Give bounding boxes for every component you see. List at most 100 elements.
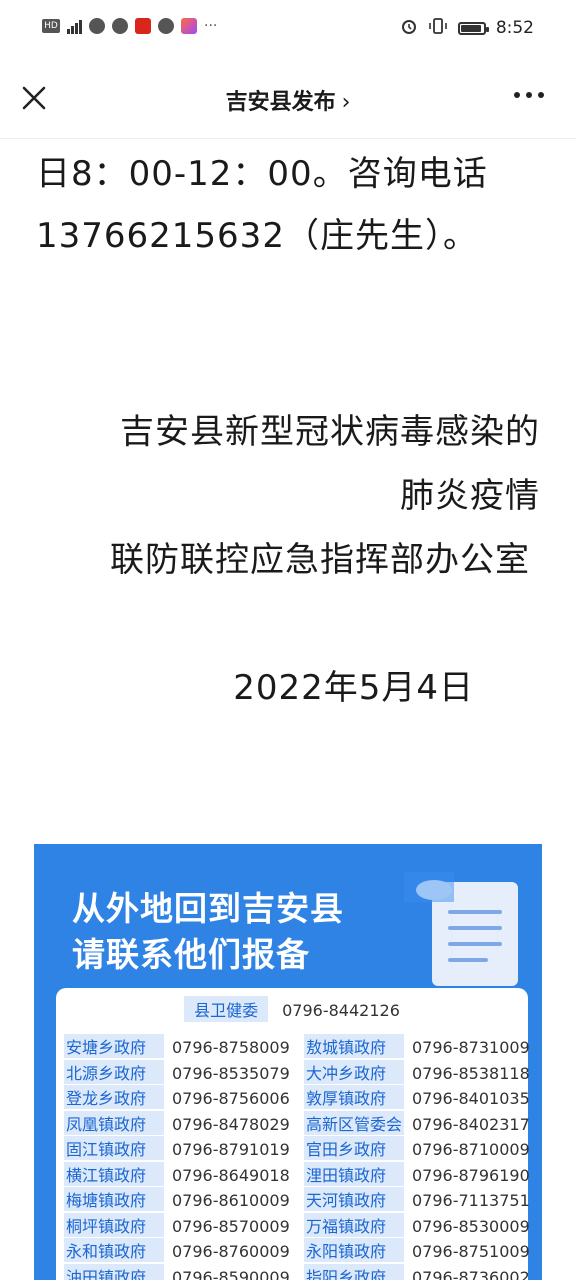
contact-phone: 0796-8402317 — [412, 1114, 530, 1134]
contact-name: 敦厚镇政府 — [304, 1085, 404, 1109]
contact-row: 梅塘镇政府 0796-8610009 天河镇政府 0796-7113751 — [64, 1187, 530, 1211]
contact-entry: 敖城镇政府 0796-8731009 — [304, 1034, 530, 1058]
heart-icon — [89, 18, 105, 34]
contact-name: 天河镇政府 — [304, 1187, 404, 1211]
chevron-right-icon: › — [341, 90, 351, 115]
contact-phone: 0796-8796190 — [412, 1165, 530, 1185]
news-app-icon — [135, 18, 151, 34]
contact-phone: 0796-8710009 — [412, 1140, 530, 1159]
contact-entry: 登龙乡政府 0796-8756006 — [64, 1085, 290, 1109]
contact-entry: 梅塘镇政府 0796-8610009 — [64, 1187, 290, 1211]
poster-title: 从外地回到吉安县 请联系他们报备 — [72, 886, 344, 978]
contact-name: 指阳乡政府 — [304, 1263, 404, 1280]
contact-entry: 凤凰镇政府 0796-8478029 — [64, 1110, 290, 1135]
contact-name: 大冲乡政府 — [304, 1059, 404, 1084]
contact-phone: 0796-8570009 — [172, 1216, 290, 1236]
contact-phone: 0796-8538118 — [412, 1063, 530, 1083]
contact-phone: 0796-8760009 — [172, 1242, 290, 1261]
contact-name: 永阳镇政府 — [304, 1238, 404, 1262]
account-name: 吉安县发布 — [225, 90, 336, 115]
main-contact-row: 县卫健委 0796-8442126 — [56, 996, 528, 1022]
contact-phone: 0796-8590009 — [172, 1267, 290, 1280]
signature-org-line2: 肺炎疫情 — [400, 476, 540, 516]
article-line: 日8：00-12：00。咨询电话 — [36, 154, 488, 194]
status-icons-right: 8:52 — [400, 17, 534, 39]
nav-bar: 吉安县发布 › — [0, 60, 576, 139]
contact-entry: 固江镇政府 0796-8791019 — [64, 1136, 290, 1160]
scroll-paper-icon — [404, 872, 518, 986]
vibrate-icon — [428, 17, 448, 39]
contact-phone: 0796-8756006 — [172, 1089, 290, 1108]
contact-phone: 0796-8649018 — [172, 1165, 290, 1185]
contact-entry: 北源乡政府 0796-8535079 — [64, 1059, 290, 1084]
contact-name: 浬田镇政府 — [304, 1161, 404, 1186]
contact-phone: 0796-8736002 — [412, 1267, 530, 1280]
contact-name: 安塘乡政府 — [64, 1034, 164, 1058]
contact-name: 官田乡政府 — [304, 1136, 404, 1160]
signature-org-line1: 吉安县新型冠状病毒感染的 — [120, 412, 540, 452]
hd-icon: HD — [42, 19, 60, 33]
poster-title-line2: 请联系他们报备 — [72, 935, 310, 974]
contact-entry: 官田乡政府 0796-8710009 — [304, 1136, 530, 1160]
contact-name: 桐坪镇政府 — [64, 1212, 164, 1237]
contact-phone: 0796-8731009 — [412, 1038, 530, 1057]
more-dot-icon — [526, 92, 532, 98]
contact-name: 横江镇政府 — [64, 1161, 164, 1186]
more-dots-icon: ··· — [204, 18, 218, 34]
battery-icon — [457, 21, 489, 35]
contact-entry: 永阳镇政府 0796-8751009 — [304, 1238, 530, 1262]
article-date: 2022年5月4日 — [233, 668, 474, 708]
contact-row: 北源乡政府 0796-8535079 大冲乡政府 0796-8538118 — [64, 1059, 530, 1084]
contact-name: 永和镇政府 — [64, 1238, 164, 1262]
contact-row: 凤凰镇政府 0796-8478029 高新区管委会 0796-8402317 — [64, 1110, 530, 1135]
contact-poster-image[interactable]: 从外地回到吉安县 请联系他们报备 县卫健委 0796-8442126 安塘乡政府 0… — [34, 844, 542, 1280]
contact-phone: 0796-8478029 — [172, 1114, 290, 1134]
contact-phone: 0796-8442126 — [282, 1001, 400, 1020]
contact-card: 县卫健委 0796-8442126 安塘乡政府 0796-8758009 敖城镇政府 0… — [56, 988, 530, 1280]
sports-app-icon — [158, 18, 174, 34]
contact-name: 万福镇政府 — [304, 1212, 404, 1237]
wechat-icon — [112, 18, 128, 34]
contact-phone: 0796-7113751 — [412, 1191, 530, 1210]
contact-row: 桐坪镇政府 0796-8570009 万福镇政府 0796-8530009 — [64, 1212, 530, 1237]
contact-name: 凤凰镇政府 — [64, 1110, 164, 1135]
alarm-icon — [400, 17, 418, 39]
contact-row: 登龙乡政府 0796-8756006 敦厚镇政府 0796-8401035 — [64, 1085, 530, 1109]
contact-entry: 高新区管委会 0796-8402317 — [304, 1110, 530, 1135]
contact-name: 登龙乡政府 — [64, 1085, 164, 1109]
contact-row: 永和镇政府 0796-8760009 永阳镇政府 0796-8751009 — [64, 1238, 530, 1262]
contact-phone: 0796-8610009 — [172, 1191, 290, 1210]
article-line: 13766215632（庄先生）。 — [36, 216, 478, 256]
account-title-link[interactable]: 吉安县发布 › — [0, 84, 576, 116]
contact-entry: 油田镇政府 0796-8590009 — [64, 1263, 290, 1280]
contact-row: 横江镇政府 0796-8649018 浬田镇政府 0796-8796190 — [64, 1161, 530, 1186]
more-dot-icon — [514, 92, 520, 98]
clock-time: 8:52 — [495, 18, 534, 38]
signature-org-line3: 联防联控应急指挥部办公室 — [110, 540, 530, 580]
more-options-button[interactable] — [514, 92, 544, 98]
video-app-icon — [181, 18, 197, 34]
contact-entry: 万福镇政府 0796-8530009 — [304, 1212, 530, 1237]
contact-row: 油田镇政府 0796-8590009 指阳乡政府 0796-8736002 — [64, 1263, 530, 1280]
poster-title-line1: 从外地回到吉安县 — [72, 889, 344, 928]
contact-entry: 永和镇政府 0796-8760009 — [64, 1238, 290, 1262]
contact-phone: 0796-8758009 — [172, 1038, 290, 1057]
contact-entry: 横江镇政府 0796-8649018 — [64, 1161, 290, 1186]
more-dot-icon — [538, 92, 544, 98]
contact-entry: 浬田镇政府 0796-8796190 — [304, 1161, 530, 1186]
contact-entry: 桐坪镇政府 0796-8570009 — [64, 1212, 290, 1237]
status-bar: HD ··· 8:52 — [0, 0, 576, 60]
contact-name: 油田镇政府 — [64, 1263, 164, 1280]
contact-entry: 安塘乡政府 0796-8758009 — [64, 1034, 290, 1058]
contact-name: 梅塘镇政府 — [64, 1187, 164, 1211]
contact-phone: 0796-8535079 — [172, 1063, 290, 1083]
contact-phone: 0796-8530009 — [412, 1216, 530, 1236]
contact-entry: 天河镇政府 0796-7113751 — [304, 1187, 530, 1211]
contact-phone: 0796-8791019 — [172, 1140, 290, 1159]
contact-name: 北源乡政府 — [64, 1059, 164, 1084]
status-icons-left: HD ··· — [42, 18, 217, 34]
contact-phone: 0796-8401035 — [412, 1089, 530, 1108]
contact-entry: 大冲乡政府 0796-8538118 — [304, 1059, 530, 1084]
contact-phone: 0796-8751009 — [412, 1242, 530, 1261]
5g-signal-icon — [67, 18, 82, 34]
